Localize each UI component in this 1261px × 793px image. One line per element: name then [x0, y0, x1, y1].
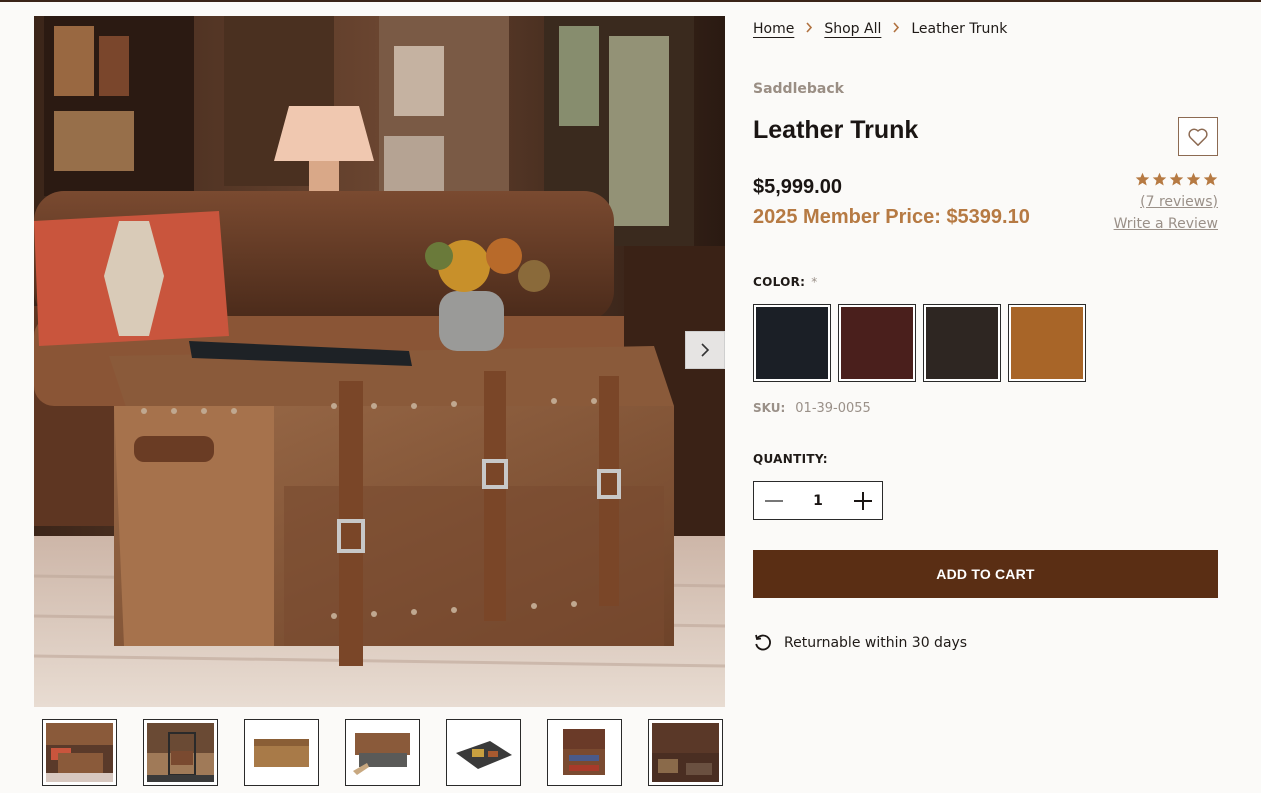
thumbnail-6[interactable]	[547, 719, 622, 786]
decrease-quantity-button[interactable]	[754, 482, 793, 519]
thumbnail-1[interactable]	[42, 719, 117, 786]
increase-quantity-button[interactable]	[843, 482, 882, 519]
color-swatch-tobacco[interactable]	[1008, 304, 1086, 382]
star-icon	[1203, 172, 1218, 186]
star-icon	[1135, 172, 1150, 186]
add-to-cart-button[interactable]: ADD TO CART	[753, 550, 1218, 598]
swatch-fill	[1011, 307, 1083, 379]
heart-icon	[1188, 128, 1208, 146]
star-rating[interactable]	[1135, 172, 1218, 187]
swatch-fill	[926, 307, 998, 379]
thumbnail-4[interactable]	[345, 719, 420, 786]
product-info-panel: Home Shop All Leather Trunk Saddleback L…	[753, 0, 1218, 793]
color-label: COLOR: *	[753, 275, 818, 289]
minus-icon	[764, 499, 783, 502]
return-policy: Returnable within 30 days	[753, 633, 967, 653]
color-label-text: COLOR:	[753, 275, 806, 289]
swatch-fill	[756, 307, 828, 379]
return-arrow-icon	[755, 634, 771, 651]
star-icon	[1152, 172, 1167, 186]
wishlist-button[interactable]	[1178, 117, 1218, 156]
required-marker: *	[811, 275, 818, 289]
chevron-right-icon	[892, 21, 900, 37]
sku-row: SKU: 01-39-0055	[753, 401, 871, 416]
return-policy-text: Returnable within 30 days	[784, 635, 968, 651]
quantity-label: QUANTITY:	[753, 452, 828, 466]
quantity-stepper	[753, 481, 883, 520]
member-price: 2025 Member Price: $5399.10	[753, 206, 1030, 228]
plus-icon	[853, 491, 872, 510]
star-icon	[1169, 172, 1184, 186]
product-brand[interactable]: Saddleback	[753, 81, 844, 97]
breadcrumb-current: Leather Trunk	[911, 21, 1008, 37]
chevron-right-icon	[701, 343, 710, 357]
breadcrumb-home-link[interactable]: Home	[753, 21, 794, 37]
sku-value: 01-39-0055	[795, 401, 871, 416]
thumbnail-7[interactable]	[648, 719, 723, 786]
color-swatch-dark-chestnut[interactable]	[838, 304, 916, 382]
thumbnail-3[interactable]	[244, 719, 319, 786]
color-swatch-black[interactable]	[753, 304, 831, 382]
chevron-right-icon	[805, 21, 813, 37]
breadcrumb-shop-all-link[interactable]: Shop All	[824, 21, 881, 37]
product-title: Leather Trunk	[753, 116, 919, 144]
breadcrumb: Home Shop All Leather Trunk	[753, 21, 1007, 37]
reviews-count-link[interactable]: (7 reviews)	[1140, 194, 1218, 210]
thumbnail-2[interactable]	[143, 719, 218, 786]
product-price: $5,999.00	[753, 176, 842, 198]
thumbnail-5[interactable]	[446, 719, 521, 786]
main-product-image[interactable]	[34, 16, 725, 707]
write-review-link[interactable]: Write a Review	[1114, 216, 1218, 232]
color-swatch-dark-coffee-brown[interactable]	[923, 304, 1001, 382]
swatch-fill	[841, 307, 913, 379]
gallery-next-button[interactable]	[685, 331, 725, 369]
sku-label: SKU:	[753, 401, 786, 415]
quantity-input[interactable]	[793, 482, 843, 519]
star-icon	[1186, 172, 1201, 186]
